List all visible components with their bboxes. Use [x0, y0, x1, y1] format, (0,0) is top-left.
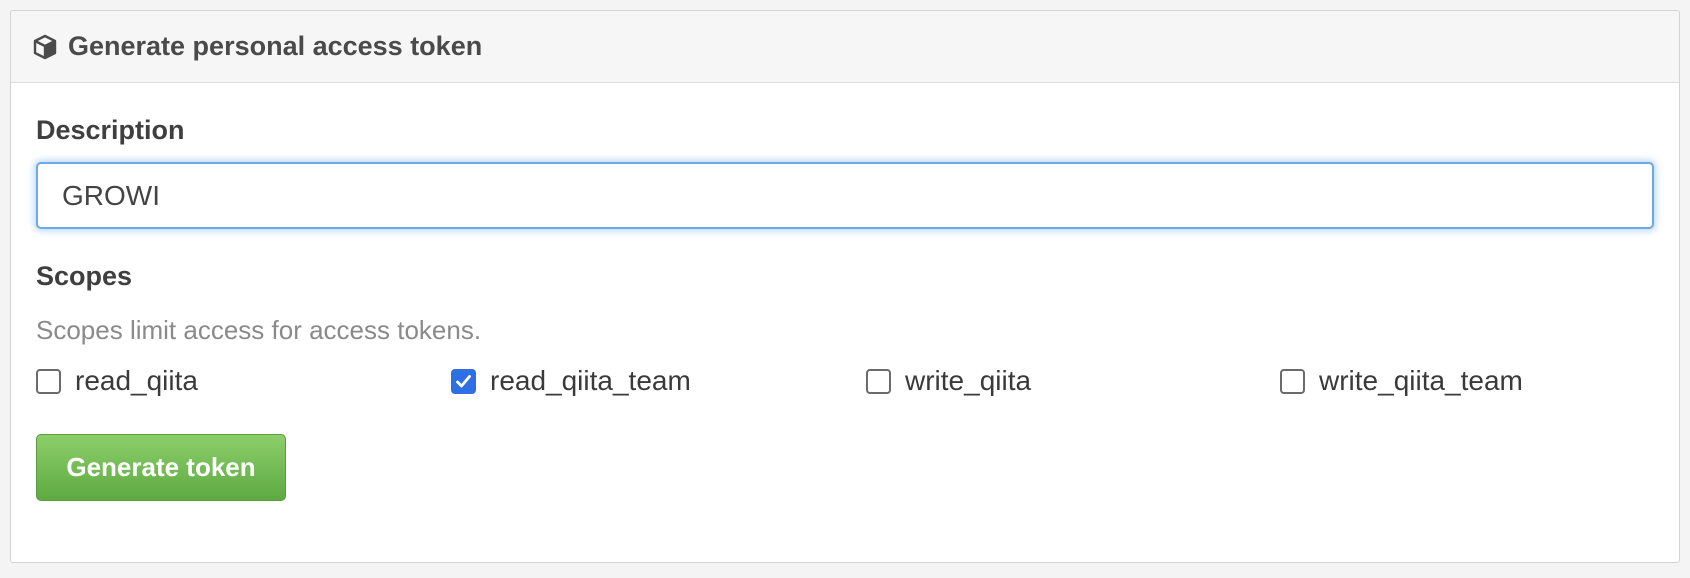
description-input[interactable] — [36, 162, 1654, 229]
scope-label: read_qiita — [75, 365, 198, 396]
write-qiita-team-checkbox[interactable] — [1280, 368, 1305, 394]
scopes-label: Scopes — [36, 261, 133, 291]
panel-title: Generate personal access token — [68, 31, 483, 61]
scope-label: write_qiita — [905, 365, 1032, 396]
read-qiita-team-checkbox[interactable] — [451, 368, 476, 394]
panel-heading: Generate personal access token — [11, 11, 1679, 83]
scope-label: write_qiita_team — [1319, 365, 1523, 396]
scope-read-qiita-team[interactable]: read_qiita_team — [451, 364, 691, 398]
write-qiita-checkbox[interactable] — [866, 368, 891, 394]
description-label: Description — [36, 115, 185, 145]
cube-icon — [32, 34, 58, 60]
read-qiita-checkbox[interactable] — [36, 368, 61, 394]
scopes-help-text: Scopes limit access for access tokens. — [36, 315, 482, 345]
token-panel: Generate personal access token Descripti… — [10, 10, 1680, 563]
checkmark-icon — [456, 374, 471, 387]
scope-label: read_qiita_team — [490, 365, 691, 396]
scope-write-qiita[interactable]: write_qiita — [866, 364, 1031, 398]
scope-read-qiita[interactable]: read_qiita — [36, 364, 198, 398]
scope-write-qiita-team[interactable]: write_qiita_team — [1280, 364, 1523, 398]
generate-token-button[interactable]: Generate token — [36, 434, 286, 501]
